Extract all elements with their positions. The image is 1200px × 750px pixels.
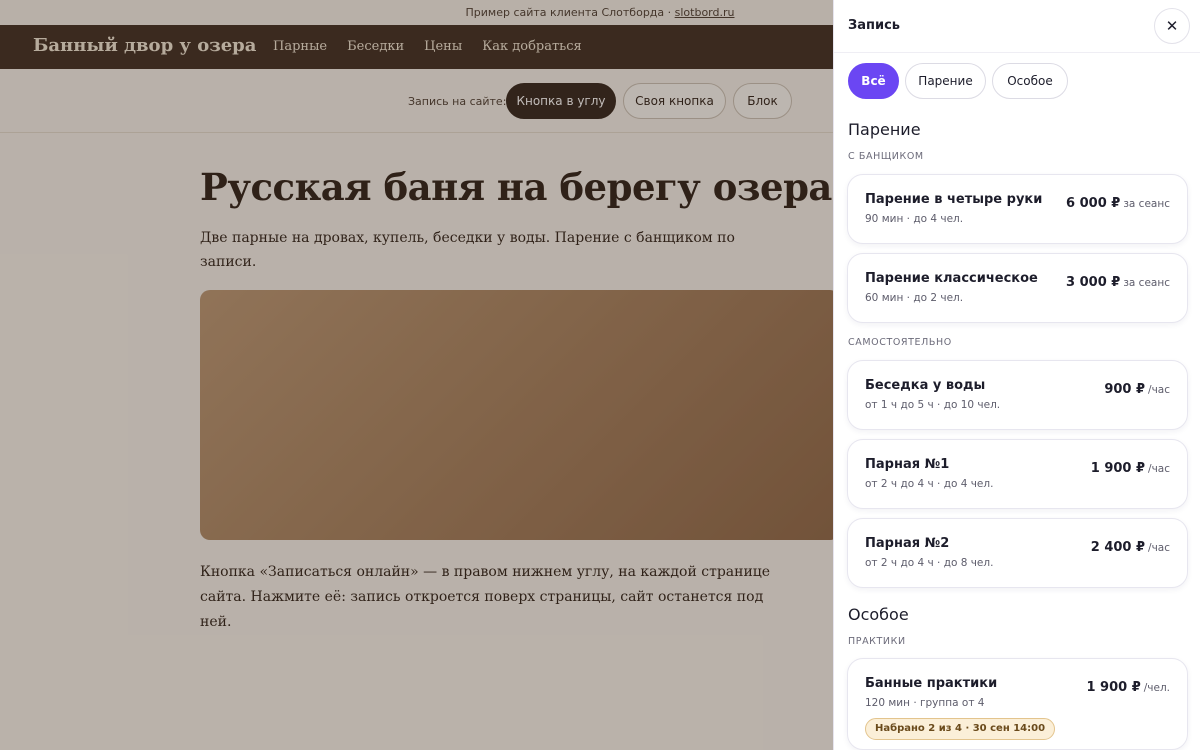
service-card[interactable]: Парение в четыре руки 90 мин · до 4 чел.… [847,174,1188,244]
service-meta: от 2 ч до 4 ч · до 4 чел. [865,478,994,490]
service-name: Парение в четыре руки [865,192,1043,207]
drawer-title: Запись [848,18,901,33]
service-meta: от 2 ч до 4 ч · до 8 чел. [865,557,994,569]
price-amount: 3 000 ₽ [1066,275,1121,290]
service-card[interactable]: Парение классическое 60 мин · до 2 чел. … [847,253,1188,323]
service-price: 2 400 ₽/час [1091,536,1170,555]
price-unit: /час [1148,463,1170,475]
service-price: 6 000 ₽ за сеанс [1066,192,1170,211]
service-card[interactable]: Беседка у воды от 1 ч до 5 ч · до 10 чел… [847,360,1188,430]
group-title-samostoyatelno: САМОСТОЯТЕЛЬНО [848,337,952,348]
filter-osoboe[interactable]: Особое [992,63,1068,99]
modal-backdrop[interactable] [0,0,833,750]
price-unit: /чел. [1143,682,1170,694]
service-price: 3 000 ₽ за сеанс [1066,271,1170,290]
filter-all[interactable]: Всё [848,63,899,99]
service-meta: 120 мин · группа от 4 [865,697,985,709]
group-title-s-banshchikom: С БАНЩИКОМ [848,151,924,162]
price-amount: 900 ₽ [1104,382,1146,397]
filter-parenie[interactable]: Парение [905,63,986,99]
service-card[interactable]: Парная №1 от 2 ч до 4 ч · до 4 чел. 1 90… [847,439,1188,509]
price-unit: за сеанс [1123,277,1170,289]
section-title-osoboe: Особое [848,605,909,624]
booking-drawer: Запись ✕ Всё Парение Особое Парение С БА… [833,0,1200,750]
price-amount: 1 900 ₽ [1086,680,1141,695]
service-meta: от 1 ч до 5 ч · до 10 чел. [865,399,1001,411]
service-price: 900 ₽/час [1104,378,1170,397]
service-name: Парная №1 [865,457,950,472]
service-meta: 60 мин · до 2 чел. [865,292,964,304]
section-title-parenie: Парение [848,120,921,139]
close-button[interactable]: ✕ [1154,8,1190,44]
price-amount: 1 900 ₽ [1090,461,1146,476]
drawer-header: Запись ✕ [834,0,1200,53]
price-unit: за сеанс [1123,198,1170,210]
group-title-praktiki: ПРАКТИКИ [848,636,906,647]
service-name: Парная №2 [865,536,950,551]
service-meta: 90 мин · до 4 чел. [865,213,964,225]
price-amount: 6 000 ₽ [1066,196,1121,211]
close-icon: ✕ [1165,17,1179,35]
service-price: 1 900 ₽/час [1091,457,1170,476]
service-card[interactable]: Банные практики 120 мин · группа от 4 1 … [847,658,1188,750]
price-unit: /час [1148,384,1170,396]
price-amount: 2 400 ₽ [1090,540,1146,555]
price-unit: /час [1148,542,1170,554]
group-fill-badge: Набрано 2 из 4 · 30 сен 14:00 [865,718,1056,740]
service-name: Парение классическое [865,271,1038,286]
service-name: Беседка у воды [865,378,986,393]
service-name: Банные практики [865,676,998,691]
service-price: 1 900 ₽/чел. [1086,676,1170,695]
service-card[interactable]: Парная №2 от 2 ч до 4 ч · до 8 чел. 2 40… [847,518,1188,588]
